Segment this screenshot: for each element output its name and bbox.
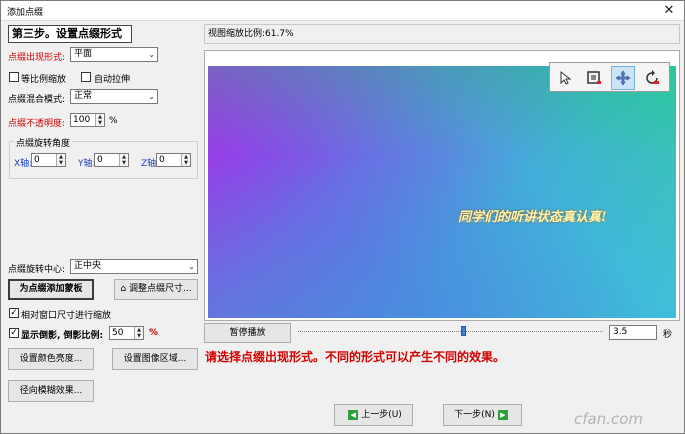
auto-stretch-checkbox[interactable]	[81, 72, 91, 82]
rotation-y-spinner[interactable]: 0 ▲ ▼	[94, 153, 129, 167]
relative-scale-checkbox[interactable]: ✓	[9, 308, 19, 318]
dialog-window: 添加点缀 ✕ 第三步。设置点缀形式 点缀出现形式: 平面 ⌄ 等比例缩放 自动拉…	[0, 0, 685, 434]
rotation-z-value: 0	[159, 155, 165, 165]
blend-mode-label: 点缀混合模式:	[8, 95, 66, 105]
tool-panel	[549, 62, 670, 92]
rotation-center-label: 点缀旋转中心:	[8, 265, 66, 275]
rotation-y-value: 0	[97, 155, 103, 165]
prev-step-label: 上一步(U)	[361, 410, 402, 420]
appear-form-value: 平面	[74, 49, 93, 59]
tag-icon: ⌂	[120, 284, 127, 294]
zoom-label: 视图缩放比例:61.7%	[204, 24, 680, 44]
adjust-size-button[interactable]: ⌂ 调整点缀尺寸...	[114, 279, 198, 300]
pause-button[interactable]: 暂停播放	[204, 323, 291, 343]
rotation-groupbox: 点缀旋转角度 X轴: 0 ▲ ▼ Y轴: 0 ▲ ▼ Z轴: 0 ▲ ▼	[9, 136, 198, 179]
reflection-value: 50	[112, 328, 124, 338]
next-step-label: 下一步(N)	[454, 410, 495, 420]
reflection-label: 显示倒影, 倒影比例:	[21, 331, 104, 341]
reflection-checkbox[interactable]: ✓	[9, 328, 19, 338]
blend-mode-value: 正常	[74, 91, 93, 101]
playback-bar: 暂停播放 3.5 秒	[204, 323, 680, 343]
title-bar: 添加点缀 ✕	[1, 1, 684, 21]
spinner-arrows-icon[interactable]: ▲ ▼	[119, 154, 128, 166]
timeline-thumb[interactable]	[460, 326, 466, 336]
rotation-z-spinner[interactable]: 0 ▲ ▼	[156, 153, 191, 167]
preview-canvas[interactable]	[208, 66, 676, 318]
appear-form-select[interactable]: 平面 ⌄	[70, 47, 158, 62]
chevron-down-icon: ⌄	[148, 92, 155, 101]
timeline-track[interactable]	[298, 331, 603, 334]
close-icon[interactable]: ✕	[660, 2, 678, 19]
opacity-value: 100	[73, 115, 91, 125]
spinner-arrows-icon[interactable]: ▲ ▼	[134, 327, 143, 339]
arrow-left-icon: ◀	[348, 409, 359, 420]
pointer-tool-icon[interactable]	[553, 66, 577, 90]
radial-blur-button[interactable]: 径向模糊效果...	[8, 380, 94, 402]
prev-step-button[interactable]: ◀ 上一步(U)	[334, 404, 413, 426]
reflection-unit: %	[149, 328, 159, 338]
seconds-input[interactable]: 3.5	[609, 325, 657, 340]
rotation-center-select[interactable]: 正中央 ⌄	[70, 259, 198, 274]
hint-text: 请选择点缀出现形式。不同的形式可以产生不同的效果。	[205, 350, 506, 364]
opacity-unit: %	[109, 116, 118, 126]
decoration-reflection: 同学们的听讲状态真认真!	[458, 214, 607, 223]
set-region-button[interactable]: 设置图像区域...	[112, 348, 198, 370]
set-color-button[interactable]: 设置颜色亮度...	[8, 348, 94, 370]
arrow-right-icon: ▶	[497, 409, 508, 420]
rotation-x-value: 0	[34, 155, 40, 165]
chevron-down-icon: ⌄	[148, 50, 155, 59]
rotation-title: 点缀旋转角度	[14, 136, 73, 149]
opacity-label: 点缀不透明度:	[8, 119, 66, 129]
spinner-arrows-icon[interactable]: ▲ ▼	[181, 154, 190, 166]
crop-tool-icon[interactable]	[582, 66, 606, 90]
blend-mode-select[interactable]: 正常 ⌄	[70, 89, 158, 104]
window-title: 添加点缀	[7, 8, 44, 18]
opacity-spinner[interactable]: 100 ▲ ▼	[70, 113, 105, 127]
rotate-tool-icon[interactable]	[640, 66, 664, 90]
spinner-arrows-icon[interactable]: ▲ ▼	[95, 114, 104, 126]
rotation-x-label: X轴:	[14, 159, 33, 169]
preview-pane: 同学们的听讲状态真认真! 同学们的听讲状态真认真!	[204, 50, 680, 321]
reflection-spinner[interactable]: 50 ▲ ▼	[109, 326, 144, 340]
rotation-center-value: 正中央	[74, 261, 102, 271]
rotation-x-spinner[interactable]: 0 ▲ ▼	[31, 153, 66, 167]
move-tool-icon[interactable]	[611, 66, 635, 90]
keep-ratio-checkbox[interactable]	[9, 72, 19, 82]
spinner-arrows-icon[interactable]: ▲ ▼	[56, 154, 65, 166]
watermark-logo: cfan.com	[574, 410, 644, 428]
add-mask-button[interactable]: 为点缀添加蒙板	[8, 279, 94, 300]
rotation-y-label: Y轴:	[78, 159, 96, 169]
relative-scale-label: 相对窗口尺寸进行缩放	[21, 311, 112, 321]
adjust-size-label: 调整点缀尺寸...	[129, 284, 192, 294]
chevron-down-icon: ⌄	[188, 262, 195, 271]
auto-stretch-label: 自动拉伸	[94, 75, 131, 85]
seconds-unit: 秒	[663, 330, 673, 340]
step-heading: 第三步。设置点缀形式	[8, 25, 132, 43]
keep-ratio-label: 等比例缩放	[21, 75, 67, 85]
appear-form-label: 点缀出现形式:	[8, 53, 66, 63]
next-step-button[interactable]: 下一步(N) ▶	[443, 404, 522, 426]
